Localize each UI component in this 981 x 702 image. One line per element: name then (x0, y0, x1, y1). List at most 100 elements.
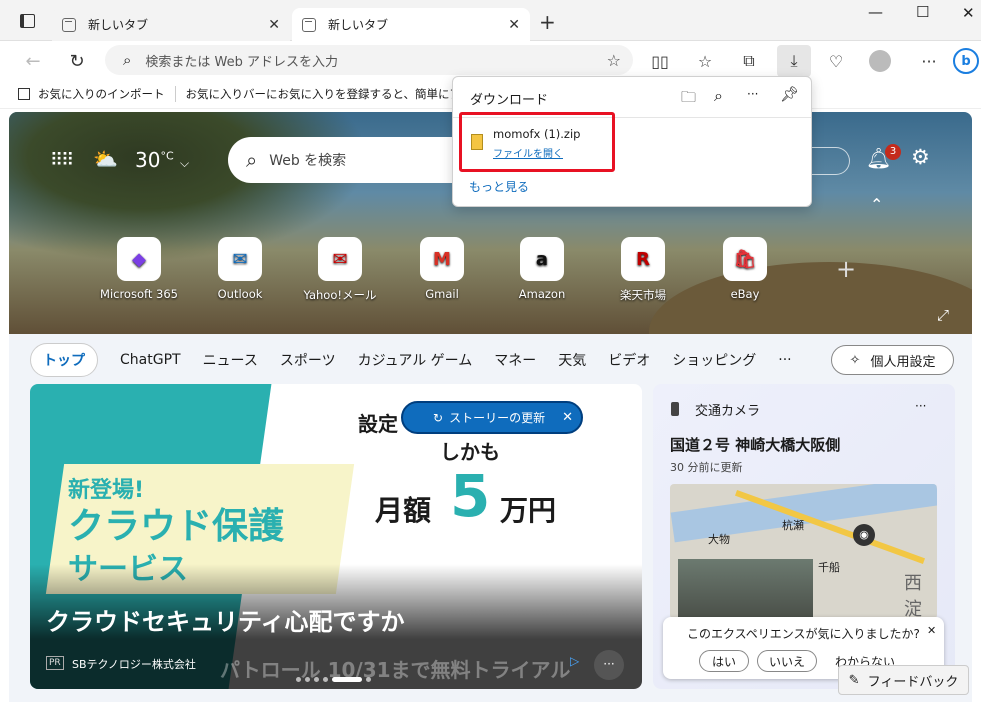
collections-icon[interactable]: ⧉ (736, 48, 762, 74)
close-tab-icon[interactable]: ✕ (508, 17, 520, 33)
quick-link-tile[interactable]: ◆ Microsoft 365 (94, 237, 184, 301)
quick-link-tile[interactable]: ✉ Yahoo!メール (295, 237, 385, 303)
carousel-dot[interactable] (296, 677, 301, 682)
carousel-dot-active[interactable] (332, 677, 362, 682)
new-tab-button[interactable]: + (539, 10, 556, 34)
minimize-button[interactable]: — (868, 3, 883, 21)
nav-tab[interactable]: スポーツ (280, 350, 336, 370)
adchoices-icon[interactable]: ▷ (570, 654, 579, 668)
traffic-updated: 30 分前に更新 (670, 461, 743, 474)
nav-tab[interactable]: 天気 (558, 350, 586, 370)
ad-headline[interactable]: クラウドセキュリティ心配ですか (46, 602, 405, 637)
browser-essentials-icon[interactable]: ♡ (823, 48, 849, 74)
address-bar[interactable]: ⌕ 検索または Web アドレスを入力 ☆ (105, 45, 633, 75)
nav-tab[interactable]: ニュース (203, 350, 258, 370)
feedback-button[interactable]: ✎ フィードバック (838, 665, 969, 695)
traffic-map[interactable]: 杭瀬 大物 千船 西淀 ◉ (670, 484, 937, 619)
collapse-chevron-icon[interactable]: ⌃ (870, 195, 883, 214)
feedback-label: フィードバック (867, 674, 959, 690)
nav-tab[interactable]: ショッピング (672, 350, 756, 370)
quick-link-icon: R (621, 237, 665, 281)
nav-tab-active[interactable]: トップ (30, 343, 98, 377)
map-label: 千船 (818, 561, 840, 574)
favorite-star-icon[interactable]: ☆ (607, 51, 621, 70)
weather-icon: ⛅ (93, 147, 118, 171)
quick-link-icon: ✉ (218, 237, 262, 281)
copilot-icon[interactable]: b (953, 48, 979, 74)
favorites-bar-separator (174, 85, 176, 102)
temp-unit: °C (160, 149, 174, 163)
pin-icon[interactable]: 📌︎ (780, 85, 799, 103)
tab-active[interactable]: 新しいタブ ✕ (292, 8, 530, 41)
nav-tab[interactable]: ChatGPT (120, 352, 181, 368)
carousel-dot[interactable] (305, 677, 310, 682)
apps-launcher-icon[interactable]: ⠿⠿ (50, 150, 74, 171)
tab-inactive[interactable]: 新しいタブ ✕ (52, 8, 290, 41)
tab-actions-icon[interactable] (20, 14, 35, 28)
add-shortcut-icon[interactable]: + (836, 255, 856, 283)
quick-link-tile[interactable]: ✉ Outlook (195, 237, 285, 301)
quick-link-tile[interactable]: a Amazon (497, 237, 587, 301)
settings-gear-icon[interactable]: ⚙ (911, 145, 930, 169)
maximize-button[interactable]: ☐ (916, 3, 929, 21)
downloads-icon[interactable]: ⤓ (777, 45, 811, 77)
web-search-box[interactable]: ⌕ Web を検索 (228, 137, 460, 183)
more-options-icon[interactable]: ··· (916, 48, 942, 74)
downloads-title: ダウンロード (470, 93, 549, 108)
notification-count-badge: 3 (885, 144, 901, 160)
nav-tab[interactable]: ··· (778, 352, 791, 368)
nav-tab[interactable]: ビデオ (608, 350, 650, 370)
newtab-favicon-icon (302, 17, 316, 32)
sponsor-name: SBテクノロジー株式会社 (72, 658, 196, 671)
personalize-label: 個人用設定 (870, 354, 936, 370)
tab-strip: 新しいタブ ✕ 新しいタブ ✕ + — ☐ ✕ (0, 0, 981, 41)
personalize-button[interactable]: ✧ 個人用設定 (831, 345, 954, 375)
address-placeholder: 検索または Web アドレスを入力 (145, 54, 339, 70)
close-icon[interactable]: ✕ (927, 624, 936, 637)
story-update-button[interactable]: ↻ ストーリーの更新 ✕ (401, 401, 583, 434)
expand-icon[interactable]: ⤢ (937, 306, 949, 324)
temp-value: 30 (135, 148, 161, 172)
survey-yes-button[interactable]: はい (699, 650, 749, 672)
map-label: 杭瀬 (782, 519, 804, 532)
web-search-placeholder: Web を検索 (269, 153, 347, 169)
card-more-icon[interactable]: ··· (915, 399, 926, 413)
back-icon[interactable]: ← (20, 48, 46, 74)
import-favorites-link[interactable]: お気に入りのインポート (38, 86, 165, 102)
quick-link-icon: ◆ (117, 237, 161, 281)
tab-title: 新しいタブ (328, 18, 389, 32)
profile-avatar-icon[interactable] (869, 50, 891, 72)
close-icon[interactable]: ✕ (562, 410, 573, 425)
carousel-dot[interactable] (366, 677, 371, 682)
newtab-favicon-icon (62, 17, 76, 32)
chevron-down-icon: ⌵ (180, 156, 190, 170)
ad-ticker: パトロール 10/31まで無料トライアル (220, 658, 571, 682)
camera-pin-icon[interactable]: ◉ (853, 524, 875, 546)
see-more-link[interactable]: もっと見る (469, 178, 529, 195)
nav-tab[interactable]: マネー (494, 350, 536, 370)
quick-link-tile[interactable]: 🛍 eBay (700, 237, 790, 301)
survey-no-button[interactable]: いいえ (757, 650, 817, 672)
survey-question: このエクスペリエンスが気に入りましたか? (687, 627, 920, 641)
quick-link-label: Gmail (425, 287, 459, 301)
quick-link-tile[interactable]: R 楽天市場 (598, 237, 688, 303)
weather-temp[interactable]: 30°C ⌵ (135, 148, 189, 172)
open-folder-icon[interactable]: 🗀 (681, 87, 696, 112)
carousel-dot[interactable] (323, 677, 328, 682)
split-screen-icon[interactable]: ▯▯ (647, 48, 673, 74)
ad-more-icon[interactable]: ··· (594, 650, 624, 680)
close-tab-icon[interactable]: ✕ (268, 17, 280, 33)
quick-link-label: 楽天市場 (620, 288, 666, 302)
signin-pill-partial[interactable] (810, 147, 850, 175)
more-options-icon[interactable]: ··· (747, 87, 758, 101)
search-downloads-icon[interactable]: ⌕ (714, 86, 723, 106)
camera-thumbnail[interactable] (678, 559, 813, 619)
nav-tab[interactable]: カジュアル ゲーム (358, 350, 473, 370)
quick-link-icon: 🛍 (723, 237, 767, 281)
carousel-dot[interactable] (314, 677, 319, 682)
refresh-icon[interactable]: ↻ (64, 48, 90, 74)
map-label: 大物 (708, 533, 730, 546)
close-window-button[interactable]: ✕ (962, 4, 975, 22)
favorites-icon[interactable]: ☆ (692, 48, 718, 74)
quick-link-tile[interactable]: M Gmail (397, 237, 487, 301)
